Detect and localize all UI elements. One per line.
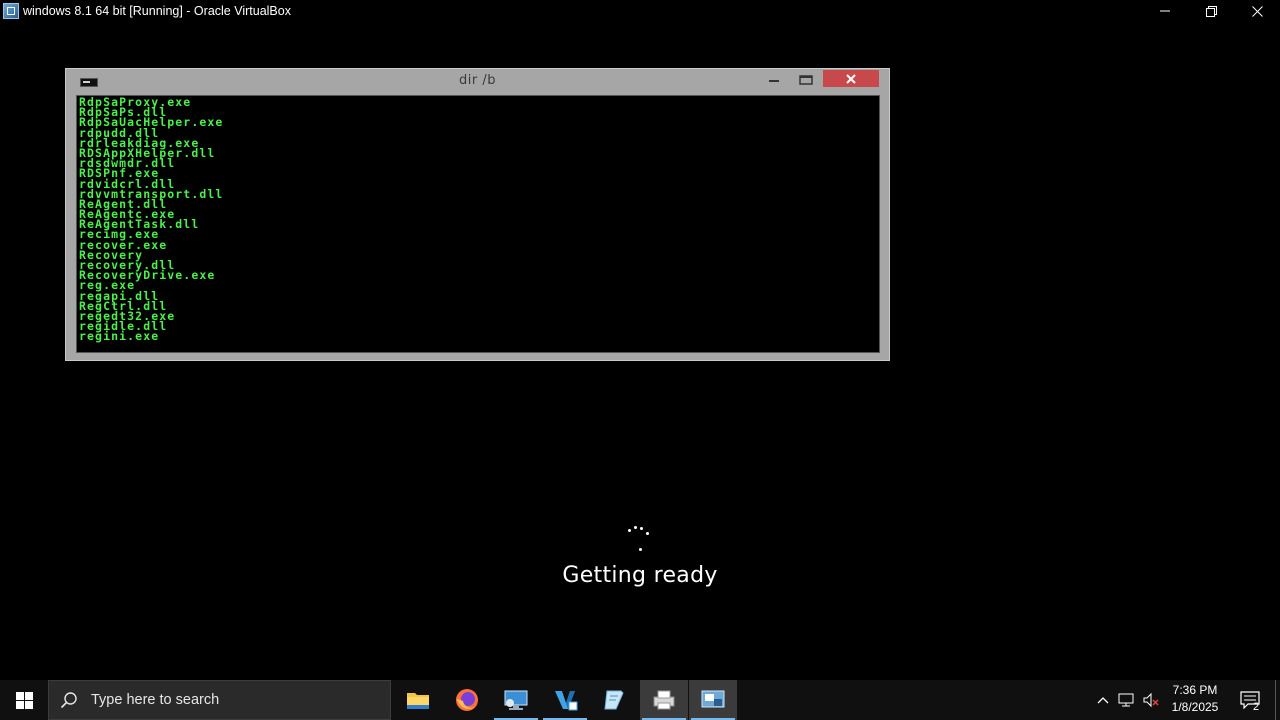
host-window-title: windows 8.1 64 bit [Running] - Oracle Vi… bbox=[23, 4, 291, 18]
taskbar: 7:36 PM 1/8/2025 2 bbox=[0, 680, 1280, 720]
volume-muted-icon bbox=[1143, 692, 1159, 708]
spinner-dot bbox=[646, 532, 649, 535]
remote-desktop-button[interactable] bbox=[492, 680, 540, 720]
visual-studio-code-button[interactable] bbox=[541, 680, 589, 720]
console-output-lines: RdpSaProxy.exe RdpSaPs.dll RdpSaUacHelper.… bbox=[79, 96, 223, 344]
minimize-button[interactable] bbox=[1142, 0, 1188, 22]
loading-spinner bbox=[618, 522, 658, 554]
minimize-icon bbox=[769, 80, 779, 82]
spinner-dot bbox=[628, 529, 631, 532]
console-close-button[interactable] bbox=[823, 70, 879, 87]
notification-count-badge: 2 bbox=[1253, 701, 1260, 713]
spinner-dot bbox=[634, 526, 637, 529]
host-window-controls bbox=[1142, 0, 1280, 22]
close-icon bbox=[1251, 5, 1263, 17]
action-center-button[interactable] bbox=[1236, 680, 1264, 720]
show-hidden-icons-button[interactable] bbox=[1092, 680, 1114, 720]
network-icon bbox=[1118, 693, 1134, 707]
spinner-dot bbox=[639, 548, 642, 551]
clock-date: 1/8/2025 bbox=[1171, 700, 1219, 714]
search-icon bbox=[49, 691, 89, 709]
file-explorer-icon bbox=[407, 693, 429, 709]
taskbar-search[interactable] bbox=[48, 680, 391, 720]
host-window-titlebar[interactable]: windows 8.1 64 bit [Running] - Oracle Vi… bbox=[0, 0, 1280, 22]
chevron-up-icon bbox=[1097, 697, 1109, 704]
close-button[interactable] bbox=[1234, 0, 1280, 22]
maximize-icon bbox=[799, 75, 813, 85]
console-minimize-button[interactable] bbox=[764, 71, 784, 89]
firefox-icon bbox=[456, 689, 478, 711]
console-titlebar[interactable]: dir /b bbox=[66, 69, 889, 95]
console-line: regini.exe bbox=[79, 329, 160, 344]
restore-button[interactable] bbox=[1188, 0, 1234, 22]
file-explorer-button[interactable] bbox=[394, 680, 442, 720]
console-window[interactable]: dir /b RdpSaProxy.exe RdpSaPs.dll RdpSaUac… bbox=[65, 68, 890, 361]
volume-button[interactable] bbox=[1140, 680, 1162, 720]
spinner-dot bbox=[640, 527, 643, 530]
visual-studio-code-icon bbox=[555, 691, 578, 711]
console-output[interactable]: RdpSaProxy.exe RdpSaPs.dll RdpSaUacHelper.… bbox=[76, 95, 880, 353]
virtualbox-icon bbox=[3, 3, 19, 19]
minimize-icon bbox=[1160, 10, 1170, 12]
clock-time: 7:36 PM bbox=[1172, 683, 1218, 697]
taskbar-clock[interactable]: 7:36 PM 1/8/2025 bbox=[1162, 682, 1228, 716]
search-input[interactable] bbox=[89, 691, 373, 709]
firefox-button[interactable] bbox=[443, 680, 491, 720]
printer-icon bbox=[653, 690, 675, 710]
restore-icon bbox=[1205, 5, 1217, 17]
virtualbox-icon bbox=[701, 690, 725, 708]
close-icon bbox=[846, 73, 856, 84]
printer-button[interactable] bbox=[640, 680, 688, 720]
start-button[interactable] bbox=[0, 680, 48, 720]
status-message: Getting ready bbox=[562, 563, 718, 588]
screen: windows 8.1 64 bit [Running] - Oracle Vi… bbox=[0, 0, 1280, 720]
network-button[interactable] bbox=[1116, 680, 1138, 720]
windows-logo-icon bbox=[15, 691, 33, 709]
notepad-icon bbox=[604, 690, 624, 710]
remote-desktop-icon bbox=[504, 690, 528, 710]
notepad-button[interactable] bbox=[590, 680, 638, 720]
virtualbox-button[interactable] bbox=[689, 680, 737, 720]
show-desktop-button[interactable] bbox=[1275, 680, 1280, 720]
console-maximize-button[interactable] bbox=[796, 71, 816, 89]
